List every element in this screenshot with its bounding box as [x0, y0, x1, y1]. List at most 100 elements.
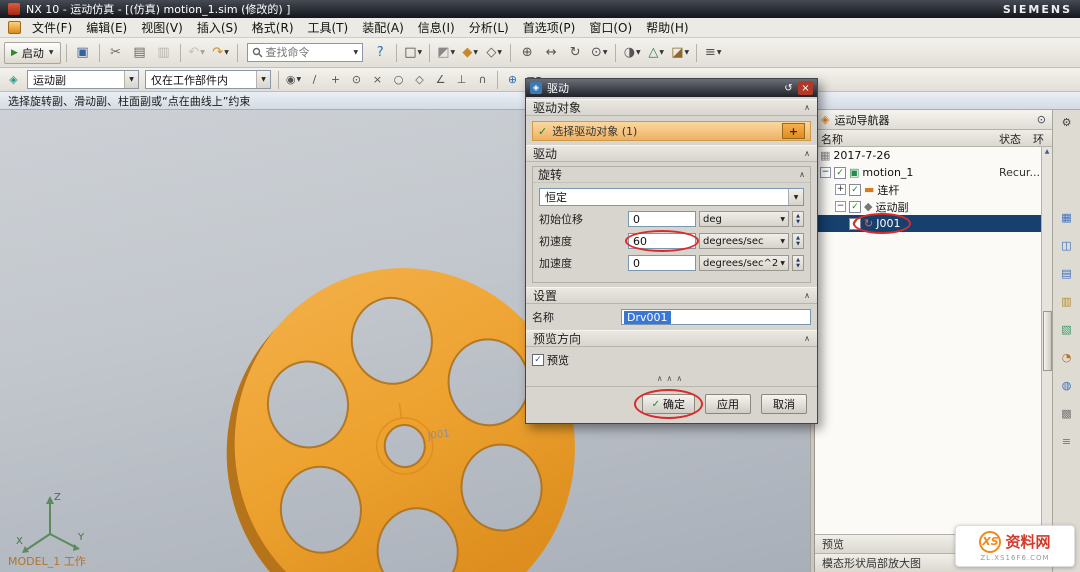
scroll-up-icon[interactable]: ▲: [1045, 148, 1050, 155]
assembly-navigator-icon[interactable]: ▦: [1057, 208, 1076, 227]
chevron-down-icon[interactable]: ▼: [354, 49, 359, 56]
tree-row-j001[interactable]: ✓ ↻ J001: [815, 213, 1041, 234]
angle-snap-icon[interactable]: ∠: [431, 70, 450, 89]
menu-item[interactable]: 分析(L): [462, 18, 516, 37]
process-studio-icon[interactable]: ◍: [1057, 376, 1076, 395]
redo-icon[interactable]: ↷ ▼: [210, 42, 232, 64]
save-icon[interactable]: ▣: [72, 42, 94, 64]
manager-icon[interactable]: ▩: [1057, 404, 1076, 423]
view-orient-icon[interactable]: ◩ ▼: [435, 42, 457, 64]
details-panel-icon[interactable]: ≡: [1057, 432, 1076, 451]
menu-item[interactable]: 帮助(H): [639, 18, 695, 37]
name-input[interactable]: Drv001: [621, 309, 811, 325]
menu-item[interactable]: 插入(S): [190, 18, 245, 37]
initial-displacement-input[interactable]: 0: [628, 211, 696, 227]
rotation-group-header[interactable]: 旋转 ∧: [533, 167, 810, 183]
quadrant-snap-icon[interactable]: ○: [389, 70, 408, 89]
dialog-reset-button[interactable]: ↺: [781, 81, 796, 95]
selection-type-filter[interactable]: 运动副 ▼: [27, 70, 139, 89]
preview-checkbox[interactable]: ✓: [532, 354, 544, 366]
value-spinner[interactable]: ▲ ▼: [792, 211, 804, 227]
tree-row-motion[interactable]: − ✓ ▣ motion_1 Recur...: [815, 164, 1041, 181]
initial-velocity-input[interactable]: 60: [625, 230, 699, 252]
menu-item[interactable]: 信息(I): [411, 18, 462, 37]
fit-view-icon[interactable]: ⊙ ▼: [588, 42, 610, 64]
intersection-snap-icon[interactable]: ×: [368, 70, 387, 89]
spin-down-icon[interactable]: ▼: [796, 219, 800, 225]
apply-button[interactable]: 应用: [705, 394, 751, 414]
ok-button[interactable]: ✓ 确定: [633, 389, 703, 419]
menu-item[interactable]: 格式(R): [245, 18, 301, 37]
history-icon[interactable]: ◔: [1057, 348, 1076, 367]
spin-down-icon[interactable]: ▼: [796, 263, 800, 269]
column-status[interactable]: 状态: [999, 131, 1021, 147]
dialog-collapse-handle[interactable]: ∧∧∧: [526, 373, 817, 386]
perpendicular-snap-icon[interactable]: ⊥: [452, 70, 471, 89]
j001-node[interactable]: ↻ J001: [853, 213, 912, 234]
node-checkbox[interactable]: ✓: [849, 217, 861, 230]
navigator-scrollbar[interactable]: ▲ ▼: [1041, 147, 1052, 534]
selection-scope-filter[interactable]: 仅在工作部件内 ▼: [145, 70, 271, 89]
help-icon[interactable]: ?: [369, 42, 391, 64]
wcs-icon[interactable]: ⊕: [503, 70, 522, 89]
move-object-icon[interactable]: △ ▼: [645, 42, 667, 64]
node-checkbox[interactable]: ✓: [849, 183, 861, 196]
profile-type-select[interactable]: 恒定 ▼: [539, 188, 804, 206]
reuse-library-icon[interactable]: ▥: [1057, 292, 1076, 311]
motion-sim-icon[interactable]: ◈: [4, 70, 23, 89]
command-finder[interactable]: ▼: [246, 43, 364, 62]
tree-row-links[interactable]: + ✓ ▬ 连杆: [815, 181, 1041, 198]
spin-down-icon[interactable]: ▼: [796, 241, 800, 247]
menu-item[interactable]: 窗口(O): [582, 18, 639, 37]
edit-section-icon[interactable]: ◪ ▼: [669, 42, 691, 64]
value-spinner[interactable]: ▲ ▼: [792, 255, 804, 271]
shaded-view-icon[interactable]: ◆ ▼: [459, 42, 481, 64]
section-settings[interactable]: 设置 ∧: [526, 287, 817, 304]
pin-icon[interactable]: ⊙: [1037, 113, 1046, 126]
tree-row-joints[interactable]: − ✓ ◆ 运动副: [815, 198, 1041, 215]
cancel-button[interactable]: 取消: [761, 394, 807, 414]
dialog-title-bar[interactable]: ◈ 驱动 ↺ ×: [526, 79, 817, 97]
pan-icon[interactable]: ↔: [540, 42, 562, 64]
section-preview-direction[interactable]: 预览方向 ∧: [526, 330, 817, 347]
dialog-close-button[interactable]: ×: [798, 81, 813, 95]
collapse-expander-icon[interactable]: −: [820, 167, 831, 178]
cut-icon[interactable]: ✂: [105, 42, 127, 64]
scrollbar-thumb[interactable]: [1042, 310, 1052, 371]
constraint-navigator-icon[interactable]: ◫: [1057, 236, 1076, 255]
menu-item[interactable]: 工具(T): [301, 18, 356, 37]
show-hide-icon[interactable]: ◑ ▼: [621, 42, 643, 64]
menu-item[interactable]: 首选项(P): [516, 18, 583, 37]
menu-item[interactable]: 装配(A): [355, 18, 411, 37]
node-checkbox[interactable]: ✓: [849, 200, 861, 213]
initial-velocity-unit-select[interactable]: degrees/sec ▼: [699, 233, 789, 249]
menu-item[interactable]: 编辑(E): [79, 18, 134, 37]
rotate-view-icon[interactable]: ↻: [564, 42, 586, 64]
view-palette-icon[interactable]: ▧: [1057, 320, 1076, 339]
snap-point-menu-icon[interactable]: ◉ ▼: [284, 70, 303, 89]
tangent-snap-icon[interactable]: ∩: [473, 70, 492, 89]
node-checkbox[interactable]: ✓: [834, 166, 846, 179]
wireframe-view-icon[interactable]: ◇ ▼: [483, 42, 505, 64]
value-spinner[interactable]: ▲ ▼: [792, 233, 804, 249]
existing-point-snap-icon[interactable]: ◇: [410, 70, 429, 89]
midpoint-snap-icon[interactable]: +: [326, 70, 345, 89]
expand-expander-icon[interactable]: +: [835, 184, 846, 195]
settings-gear-icon[interactable]: ⚙: [1057, 113, 1076, 132]
part-navigator-icon[interactable]: ▤: [1057, 264, 1076, 283]
section-drive-object[interactable]: 驱动对象 ∧: [526, 99, 817, 116]
menu-item[interactable]: 文件(F): [25, 18, 79, 37]
command-finder-input[interactable]: [265, 46, 350, 59]
zoom-icon[interactable]: ⊕: [516, 42, 538, 64]
endpoint-snap-icon[interactable]: /: [305, 70, 324, 89]
acceleration-input[interactable]: 0: [628, 255, 696, 271]
menus-more-icon[interactable]: ≡ ▼: [702, 42, 724, 64]
acceleration-unit-select[interactable]: degrees/sec^2 ▼: [699, 255, 789, 271]
menu-item[interactable]: 视图(V): [134, 18, 190, 37]
copy-icon[interactable]: ▤: [129, 42, 151, 64]
initial-displacement-unit-select[interactable]: deg ▼: [699, 211, 789, 227]
select-drive-object-row[interactable]: ✓ 选择驱动对象 (1) +: [532, 121, 811, 141]
collapse-expander-icon[interactable]: −: [835, 201, 846, 212]
start-menu-button[interactable]: ▶ 启动 ▼: [4, 41, 61, 64]
window-icon[interactable]: □ ▼: [402, 42, 424, 64]
